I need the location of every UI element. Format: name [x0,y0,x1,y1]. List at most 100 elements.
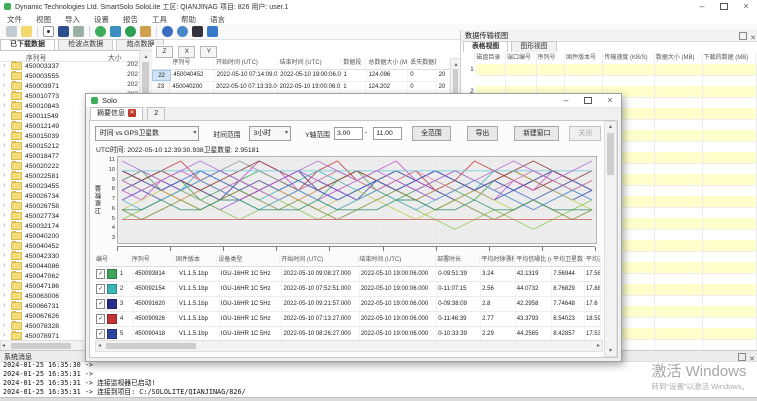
device-table-cell: 2022-05-10 09:08:27.000 [282,267,359,281]
tree-expand-icon[interactable]: › [3,71,8,81]
device-table-row[interactable]: ✓4450090926V1.1.5.1bpIGU-16HR 1C 5Hz2022… [95,312,601,327]
new-window-button[interactable]: 新建窗口 [514,126,559,141]
tree-expand-icon[interactable]: › [3,171,8,181]
tree-item[interactable]: ›450003971 [0,81,140,91]
help-icon[interactable] [207,26,218,37]
tree-item[interactable]: ›450003337 [0,61,140,71]
dialog-minimize-button[interactable]: – [555,94,577,107]
tree-expand-icon[interactable]: › [3,241,8,251]
web-icon[interactable] [162,26,173,37]
menu-bar: 文件视图导入设置报告工具帮助语言 [0,13,757,24]
device-table-cell: 2022-05-10 09:21:57.000 [282,297,359,311]
tree-expand-icon[interactable]: › [3,81,8,91]
chart-x-tick [276,247,277,251]
tree-expand-icon[interactable]: › [3,111,8,121]
table-horizontal-scrollbar[interactable]: ◂▸ [95,340,603,352]
transfer-table-row[interactable]: 1 [461,64,757,75]
tree-expand-icon[interactable]: › [3,231,8,241]
tree-expand-icon[interactable]: › [3,251,8,261]
sysmsg-float-icon[interactable] [738,353,746,361]
dialog-vertical-scrollbar[interactable]: ▴▾ [604,121,617,357]
chart-plot-area[interactable] [117,156,597,244]
tab-table-view[interactable]: 表格视图 [463,41,508,52]
close-button[interactable]: × [735,0,757,13]
panel-close-icon[interactable]: ✕ [750,35,756,42]
tree-expand-icon[interactable]: › [3,121,8,131]
network-icon[interactable] [177,26,188,37]
folder-icon [11,82,22,90]
row-checkbox[interactable]: ✓ [96,284,105,294]
panel-float-icon[interactable] [739,32,747,40]
tree-item-label: 450010773 [25,93,59,100]
tree-expand-icon[interactable]: › [3,301,8,311]
folder-icon [11,132,22,140]
status-green-icon[interactable] [95,26,106,37]
device-table-cell: IGU-16HR 1C 5Hz [220,282,283,296]
tree-expand-icon[interactable]: › [3,221,8,231]
row-checkbox[interactable]: ✓ [96,329,105,339]
component-x-button[interactable]: X [178,46,195,58]
image-icon[interactable] [140,26,151,37]
folder-yellow-icon[interactable] [21,26,32,37]
y-min-input[interactable]: 3.00 [334,127,363,140]
satellite-chart[interactable]: 卫星数量 11109876543 [95,156,595,253]
dialog-close-button[interactable]: × [599,94,621,107]
device-table-cell: V1.1.5.1bp [178,267,220,281]
chart-y-tick-label: 5 [112,216,115,222]
tree-expand-icon[interactable]: › [3,281,8,291]
phone-icon[interactable] [192,26,203,37]
chart-y-tick-label: 8 [112,186,115,192]
maximize-button[interactable] [713,0,735,13]
tree-expand-icon[interactable]: › [3,271,8,281]
tab-2[interactable]: 2 [147,107,165,120]
tree-expand-icon[interactable]: › [3,151,8,161]
tab-graph-view[interactable]: 图形视图 [511,41,556,52]
device-table-row[interactable]: ✓1450093814V1.1.5.1bpIGU-16HR 1C 5Hz2022… [95,267,601,282]
row-checkbox[interactable]: ✓ [96,299,105,309]
tree-expand-icon[interactable]: › [3,141,8,151]
tree-expand-icon[interactable]: › [3,181,8,191]
tab-receiver-data[interactable]: 检波点数据 [58,39,113,50]
device-table-row[interactable]: ✓3450091620V1.1.5.1bpIGU-16HR 1C 5Hz2022… [95,297,601,312]
tree-item[interactable]: ›450003555 [0,71,140,81]
sysmsg-close-icon[interactable]: ✕ [749,356,755,363]
full-range-button[interactable]: 全范围 [412,126,450,141]
import-folder-icon[interactable] [6,26,17,37]
tree-expand-icon[interactable]: › [3,91,8,101]
tab-downloaded-data[interactable]: 已下载数据 [0,39,55,50]
tree-expand-icon[interactable]: › [3,131,8,141]
tree-expand-icon[interactable]: › [3,161,8,171]
tree-expand-icon[interactable]: › [3,311,8,321]
harvester-device-icon[interactable] [58,26,69,37]
tab-close-icon[interactable]: ✕ [128,109,136,117]
tree-expand-icon[interactable]: › [3,101,8,111]
component-z-button[interactable]: Z [156,46,173,58]
monitor-icon[interactable] [110,26,121,37]
tree-expand-icon[interactable]: › [3,201,8,211]
row-checkbox[interactable]: ✓ [96,314,105,324]
metric-select[interactable]: 时间 vs GPS卫星数 [95,126,199,141]
tree-expand-icon[interactable]: › [3,291,8,301]
y-max-input[interactable]: 11.00 [373,127,402,140]
tree-expand-icon[interactable]: › [3,211,8,221]
tree-expand-icon[interactable]: › [3,61,8,71]
row-checkbox[interactable]: ✓ [96,269,105,279]
minimize-button[interactable]: – [691,0,713,13]
tree-expand-icon[interactable]: › [3,261,8,271]
tree-expand-icon[interactable]: › [3,321,8,331]
device-table-row[interactable]: ✓2450092154V1.1.5.1bpIGU-16HR 1C 5Hz2022… [95,282,601,297]
globe-icon[interactable] [125,26,136,37]
tree-expand-icon[interactable]: › [3,191,8,201]
transfer-table-row[interactable] [461,75,757,86]
downloaded-table-row[interactable]: 224500404522022-05-10 07:14:09.0002022-0… [152,70,450,82]
record-dot-icon[interactable] [43,26,54,37]
folder-icon [11,322,22,330]
series-color-swatch [107,314,116,324]
charger-device-icon[interactable] [73,26,84,37]
time-range-select[interactable]: 3小时 [249,126,292,141]
component-y-button[interactable]: Y [200,46,217,58]
tab-summary-info[interactable]: 摘要信息✕ [90,107,143,120]
folder-icon [11,202,22,210]
export-button[interactable]: 导出 [467,126,499,141]
dialog-maximize-button[interactable] [577,94,599,107]
